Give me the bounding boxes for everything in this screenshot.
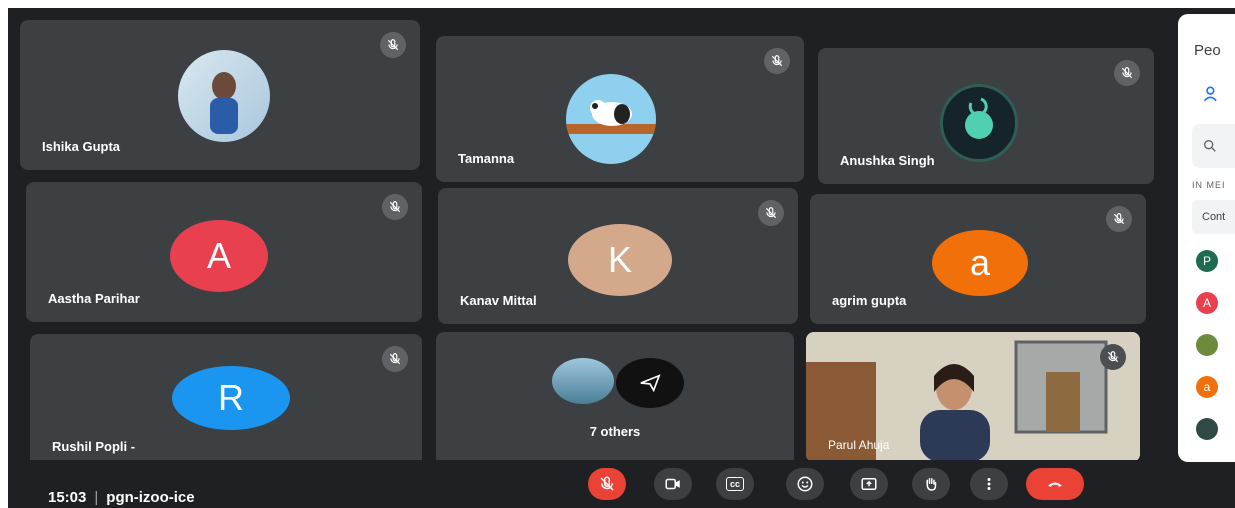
people-list-avatar[interactable]: A xyxy=(1196,292,1218,314)
meeting-controls-bar: 15:03 | pgn-izoo-ice cc xyxy=(8,460,1235,508)
in-meeting-section-label: IN MEI xyxy=(1192,180,1226,190)
participant-avatar: K xyxy=(568,224,672,296)
more-options-button[interactable] xyxy=(970,468,1008,500)
participant-avatar: R xyxy=(172,366,290,430)
people-list-avatar[interactable]: P xyxy=(1196,250,1218,272)
send-icon xyxy=(616,358,684,408)
meeting-info: 15:03 | pgn-izoo-ice xyxy=(48,489,195,506)
participant-tile[interactable]: Anushka Singh xyxy=(818,48,1154,184)
meet-screen: Ishika Gupta Tamanna Anushka Singh A Aas… xyxy=(8,8,1235,508)
camera-toggle-button[interactable] xyxy=(654,468,692,500)
mic-off-icon xyxy=(382,346,408,372)
present-icon xyxy=(861,478,877,490)
meeting-time: 15:03 xyxy=(48,489,87,506)
participant-tile[interactable]: K Kanav Mittal xyxy=(438,188,798,324)
participant-name: Aastha Parihar xyxy=(48,291,140,306)
people-panel: Peo IN MEI Cont P A a xyxy=(1178,14,1235,462)
reactions-button[interactable] xyxy=(786,468,824,500)
present-button[interactable] xyxy=(850,468,888,500)
participant-avatar: a xyxy=(932,230,1028,296)
raise-hand-icon xyxy=(926,478,937,491)
participant-name: Ishika Gupta xyxy=(42,139,121,154)
contributors-row[interactable]: Cont xyxy=(1192,200,1235,234)
people-list-avatar[interactable]: a xyxy=(1196,376,1218,398)
raise-hand-button[interactable] xyxy=(912,468,950,500)
participant-tile[interactable]: A Aastha Parihar xyxy=(26,182,422,322)
mic-off-icon xyxy=(382,194,408,220)
mic-off-icon xyxy=(600,476,614,491)
captions-button[interactable]: cc xyxy=(716,468,754,500)
avatar-initial: A xyxy=(206,235,231,276)
participant-name: agrim gupta xyxy=(832,293,907,308)
others-tile[interactable]: 7 others xyxy=(436,332,794,466)
participant-photo xyxy=(178,50,270,142)
participant-tile[interactable]: Tamanna xyxy=(436,36,804,182)
participant-tile[interactable]: a agrim gupta xyxy=(810,194,1146,324)
mic-off-icon xyxy=(1100,344,1126,370)
mic-off-icon xyxy=(380,32,406,58)
participant-tile[interactable]: Ishika Gupta xyxy=(20,20,420,170)
end-call-button[interactable] xyxy=(1026,468,1084,500)
participant-name: Rushil Popli - xyxy=(52,439,136,454)
more-options-icon xyxy=(987,478,991,490)
participant-avatar: A xyxy=(170,220,268,292)
participant-photo xyxy=(566,74,656,164)
others-count: 7 others xyxy=(589,424,641,439)
search-icon xyxy=(1204,140,1216,152)
mic-toggle-button[interactable] xyxy=(588,468,626,500)
mic-off-icon xyxy=(758,200,784,226)
mic-off-icon xyxy=(1106,206,1132,232)
people-panel-title: Peo xyxy=(1194,42,1221,59)
mic-off-icon xyxy=(764,48,790,74)
participant-tile[interactable]: R Rushil Popli - xyxy=(30,334,422,470)
participant-photo xyxy=(940,84,1018,162)
avatar-initial: a xyxy=(969,242,991,283)
avatar-initial: R xyxy=(218,377,244,418)
mic-off-icon xyxy=(1114,60,1140,86)
participant-tile-video[interactable]: Parul Ahuja xyxy=(806,332,1140,462)
others-avatar-photo xyxy=(552,358,614,404)
captions-icon: cc xyxy=(725,477,744,491)
emoji-icon xyxy=(797,476,813,492)
participant-name: Parul Ahuja xyxy=(828,438,890,452)
participant-name: Anushka Singh xyxy=(840,153,935,168)
divider: | xyxy=(94,489,99,506)
end-call-icon xyxy=(1048,482,1062,487)
people-search-input[interactable] xyxy=(1192,124,1235,168)
avatar-initial: K xyxy=(607,239,632,280)
meeting-code: pgn-izoo-ice xyxy=(106,489,195,506)
camera-icon xyxy=(665,478,680,490)
people-list-avatar[interactable] xyxy=(1196,334,1218,356)
participant-name: Kanav Mittal xyxy=(460,293,537,308)
participant-name: Tamanna xyxy=(458,151,515,166)
people-list-avatar[interactable] xyxy=(1196,418,1218,440)
add-people-icon[interactable] xyxy=(1202,84,1222,104)
